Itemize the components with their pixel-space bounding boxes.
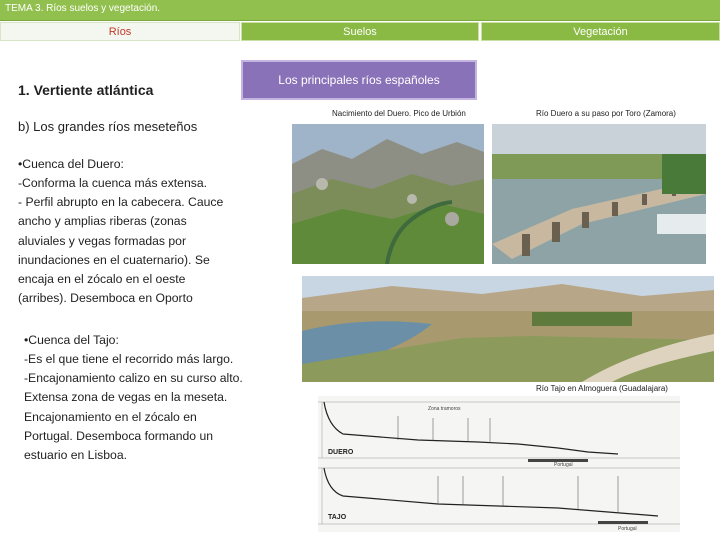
duero-body: -Conforma la cuenca más extensa. - Perfi… (18, 176, 224, 306)
section-title: 1. Vertiente atlántica (18, 82, 154, 98)
caption-duero-source: Nacimiento del Duero. Pico de Urbión (332, 109, 466, 118)
tab-rios[interactable]: Ríos (0, 22, 240, 41)
river-profile-diagram: DUERO TAJO Zona tramoros Portugal Portug… (318, 396, 680, 532)
duero-heading: •Cuenca del Duero: (18, 157, 124, 171)
caption-duero-toro: Río Duero a su paso por Toro (Zamora) (536, 109, 676, 118)
tab-bar: Ríos Suelos Vegetación (0, 22, 720, 42)
photo-duero-source (292, 124, 484, 264)
photo-duero-toro (492, 124, 706, 264)
tab-vegetacion[interactable]: Vegetación (481, 22, 720, 41)
tajo-body: -Es el que tiene el recorrido más largo.… (24, 352, 243, 463)
profile-label-portugal-tajo: Portugal (618, 526, 637, 532)
profile-label-tajo: TAJO (328, 514, 347, 521)
caption-tajo-almoguera: Río Tajo en Almoguera (Guadalajara) (536, 384, 668, 393)
profile-label-duero: DUERO (328, 449, 354, 456)
profile-label-portugal-duero: Portugal (554, 462, 573, 468)
top-bar: TEMA 3. Ríos suelos y vegetación. (0, 0, 720, 21)
subtitle: b) Los grandes ríos meseteños (18, 119, 198, 134)
photo-tajo-almoguera (302, 276, 714, 382)
tab-suelos[interactable]: Suelos (241, 22, 479, 41)
tajo-heading: •Cuenca del Tajo: (24, 333, 119, 347)
rivers-banner[interactable]: Los principales ríos españoles (241, 60, 477, 100)
slide-title: TEMA 3. Ríos suelos y vegetación. (5, 3, 161, 14)
profile-label-zone: Zona tramoros (428, 406, 461, 412)
